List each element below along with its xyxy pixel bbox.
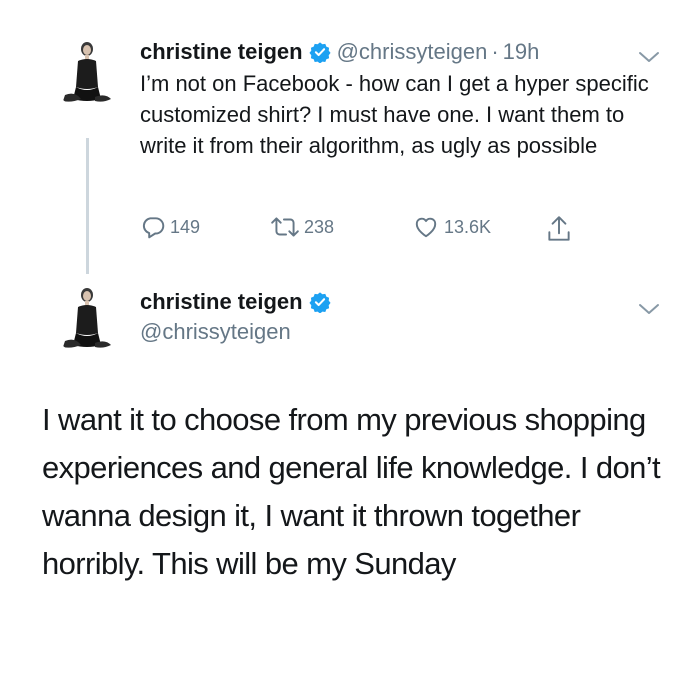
timestamp[interactable]: 19h — [503, 38, 540, 66]
avatar[interactable] — [51, 283, 123, 355]
tweet-actions: 149 238 13.6K — [140, 214, 600, 244]
author-handle[interactable]: @chrissyteigen — [337, 38, 488, 66]
avatar[interactable] — [51, 37, 123, 109]
chevron-down-icon[interactable] — [637, 302, 661, 316]
author-handle[interactable]: @chrissyteigen — [140, 319, 640, 345]
author-name[interactable]: christine teigen — [140, 38, 303, 66]
author-name[interactable]: christine teigen — [140, 288, 303, 316]
tweet-2-header: christine teigen @chrissyteigen — [140, 288, 640, 345]
share-button[interactable] — [546, 214, 572, 244]
separator: · — [491, 39, 499, 64]
retweet-count: 238 — [304, 216, 335, 237]
like-button[interactable]: 13.6K — [412, 214, 491, 240]
reply-count: 149 — [170, 216, 201, 237]
heart-icon — [415, 217, 437, 238]
share-icon — [548, 216, 570, 241]
verified-badge-icon — [309, 41, 331, 63]
reply-button[interactable]: 149 — [140, 214, 200, 240]
retweet-icon — [271, 217, 299, 237]
verified-badge-icon — [309, 291, 331, 313]
like-count: 13.6K — [444, 216, 492, 237]
tweet-1: christine teigen @chrissyteigen · 19h I’… — [140, 38, 660, 161]
tweet-2-text: I want it to choose from my previous sho… — [42, 402, 661, 581]
retweet-button[interactable]: 238 — [270, 214, 334, 240]
thread-connector-line — [86, 138, 89, 274]
reply-icon — [142, 217, 165, 239]
tweet-text: I’m not on Facebook - how can I get a hy… — [140, 71, 649, 158]
tweet-header: christine teigen @chrissyteigen · 19h — [140, 38, 660, 66]
